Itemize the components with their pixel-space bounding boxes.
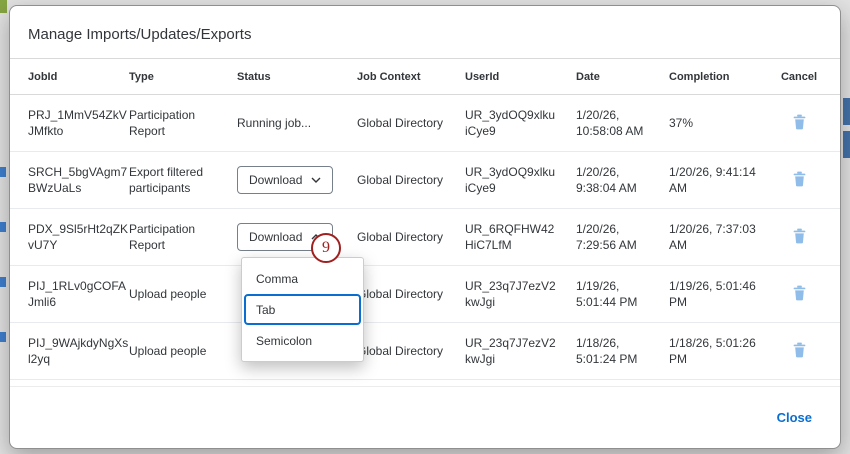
type-cell: Participation Report — [129, 221, 237, 253]
table-row: SRCH_5bgVAgm7 BWzUaLs Export filtered pa… — [10, 152, 840, 209]
download-format-menu: Comma Tab Semicolon — [241, 257, 364, 362]
jobid-cell: PDX_9Sl5rHt2qZK vU7Y — [28, 221, 129, 253]
menu-item-comma[interactable]: Comma — [244, 263, 361, 294]
trash-icon — [792, 171, 807, 187]
userid-cell: UR_6RQFHW42 HiC7LfM — [465, 221, 576, 253]
background-page-fragment — [843, 98, 850, 125]
userid-cell: UR_23q7J7ezV2 kwJgi — [465, 335, 576, 367]
download-button-label: Download — [249, 230, 302, 244]
cancel-job-button[interactable] — [790, 169, 809, 189]
manage-imports-dialog: Manage Imports/Updates/Exports JobId Typ… — [9, 5, 841, 449]
status-cell: Download — [237, 166, 357, 194]
completion-cell: 1/20/26, 9:41:14 AM — [669, 164, 776, 196]
completion-cell: 1/20/26, 7:37:03 AM — [669, 221, 776, 253]
cancel-job-button[interactable] — [790, 340, 809, 360]
date-cell: 1/20/26, 9:38:04 AM — [576, 164, 669, 196]
date-cell: 1/18/26, 5:01:24 PM — [576, 335, 669, 367]
dialog-title: Manage Imports/Updates/Exports — [28, 26, 822, 43]
cancel-job-button[interactable] — [790, 112, 809, 132]
menu-item-semicolon[interactable]: Semicolon — [244, 325, 361, 356]
column-header-date: Date — [576, 71, 669, 83]
menu-item-tab[interactable]: Tab — [244, 294, 361, 325]
cancel-job-button[interactable] — [790, 283, 809, 303]
date-cell: 1/20/26, 10:58:08 AM — [576, 107, 669, 139]
background-page-fragment — [0, 332, 6, 342]
userid-cell: UR_3ydOQ9xlku iCye9 — [465, 107, 576, 139]
column-header-cancel: Cancel — [776, 71, 822, 83]
jobid-cell: PIJ_1RLv0gCOFA Jmli6 — [28, 278, 129, 310]
type-cell: Export filtered participants — [129, 164, 237, 196]
chevron-down-icon — [311, 177, 321, 183]
dialog-footer: Close — [10, 386, 840, 448]
download-button-label: Download — [249, 173, 302, 187]
trash-icon — [792, 285, 807, 301]
trash-icon — [792, 342, 807, 358]
type-cell: Upload people — [129, 343, 237, 359]
background-page-fragment — [843, 131, 850, 158]
background-page-fragment — [0, 277, 6, 287]
jobid-cell: PRJ_1MmV54ZkV JMfkto — [28, 107, 129, 139]
background-page-fragment — [0, 0, 7, 13]
column-header-userid: UserId — [465, 71, 576, 83]
status-cell: Running job... — [237, 115, 357, 131]
date-cell: 1/20/26, 7:29:56 AM — [576, 221, 669, 253]
table-row: PIJ_1RLv0gCOFA Jmli6 Upload people Globa… — [10, 266, 840, 323]
table-row: PRJ_1MmV54ZkV JMfkto Participation Repor… — [10, 95, 840, 152]
completion-cell: 37% — [669, 115, 776, 131]
close-button[interactable]: Close — [767, 404, 822, 431]
table-header-row: JobId Type Status Job Context UserId Dat… — [10, 59, 840, 95]
jobid-cell: PIJ_9WAjkdyNgXs l2yq — [28, 335, 129, 367]
annotation-badge: 9 — [311, 233, 341, 263]
userid-cell: UR_3ydOQ9xlku iCye9 — [465, 164, 576, 196]
trash-icon — [792, 114, 807, 130]
job-context-cell: Global Directory — [357, 286, 465, 302]
background-page-fragment — [0, 222, 6, 232]
type-cell: Participation Report — [129, 107, 237, 139]
trash-icon — [792, 228, 807, 244]
download-button[interactable]: Download — [237, 166, 333, 194]
completion-cell: 1/18/26, 5:01:26 PM — [669, 335, 776, 367]
job-context-cell: Global Directory — [357, 229, 465, 245]
dialog-header: Manage Imports/Updates/Exports — [10, 6, 840, 59]
table-row: PIJ_9WAjkdyNgXs l2yq Upload people Globa… — [10, 323, 840, 380]
table-row: PDX_9Sl5rHt2qZK vU7Y Participation Repor… — [10, 209, 840, 266]
column-header-job-context: Job Context — [357, 71, 465, 83]
type-cell: Upload people — [129, 286, 237, 302]
jobid-cell: SRCH_5bgVAgm7 BWzUaLs — [28, 164, 129, 196]
background-page-fragment — [0, 167, 6, 177]
cancel-job-button[interactable] — [790, 226, 809, 246]
job-context-cell: Global Directory — [357, 172, 465, 188]
job-context-cell: Global Directory — [357, 343, 465, 359]
column-header-completion: Completion — [669, 71, 776, 83]
job-context-cell: Global Directory — [357, 115, 465, 131]
column-header-jobid: JobId — [28, 71, 129, 83]
column-header-type: Type — [129, 71, 237, 83]
userid-cell: UR_23q7J7ezV2 kwJgi — [465, 278, 576, 310]
column-header-status: Status — [237, 71, 357, 83]
date-cell: 1/19/26, 5:01:44 PM — [576, 278, 669, 310]
completion-cell: 1/19/26, 5:01:46 PM — [669, 278, 776, 310]
